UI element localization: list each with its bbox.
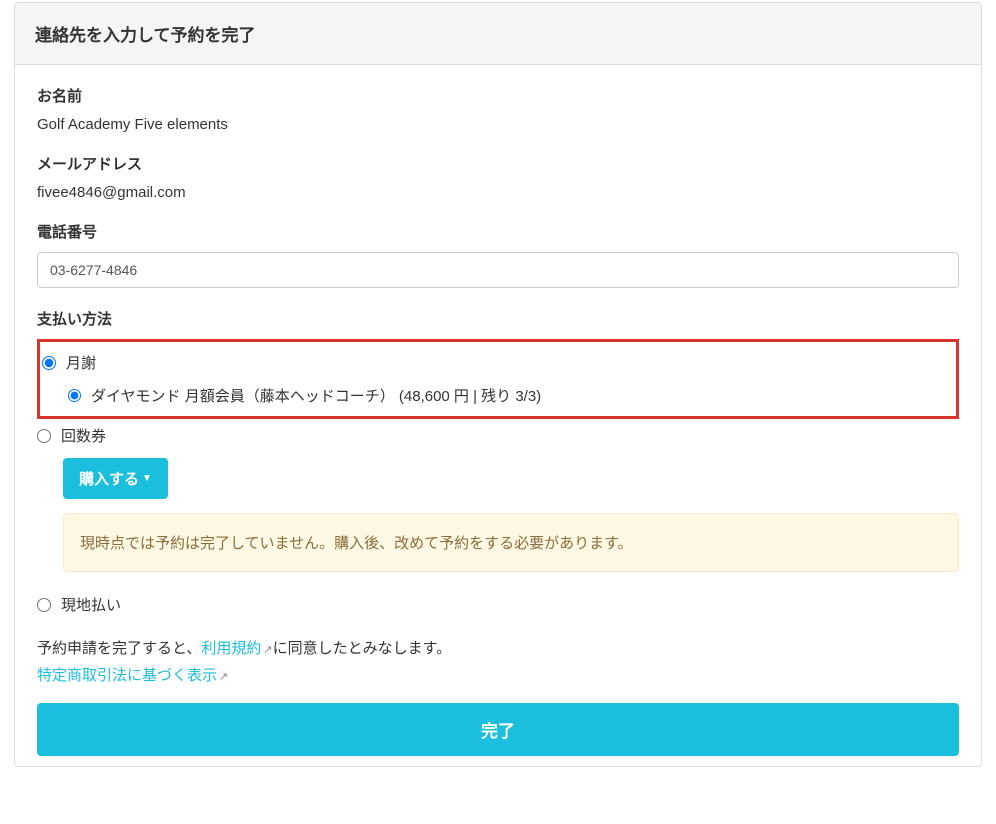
name-label: お名前 — [37, 85, 959, 106]
monthly-radio[interactable] — [42, 356, 56, 370]
name-value: Golf Academy Five elements — [37, 116, 959, 133]
external-link-icon: ↗ — [263, 644, 272, 656]
tokushoho-link[interactable]: 特定商取引法に基づく表示↗ — [37, 667, 228, 684]
panel-heading: 連絡先を入力して予約を完了 — [15, 3, 981, 65]
terms-link[interactable]: 利用規約↗ — [201, 640, 272, 657]
email-label: メールアドレス — [37, 153, 959, 174]
complete-button[interactable]: 完了 — [37, 703, 959, 756]
phone-group: 電話番号 — [37, 221, 959, 288]
phone-label: 電話番号 — [37, 221, 959, 242]
panel-title: 連絡先を入力して予約を完了 — [35, 21, 961, 46]
phone-input[interactable] — [37, 252, 959, 288]
monthly-highlight: 月謝 ダイヤモンド 月額会員（藤本ヘッドコーチ） (48,600 円 | 残り … — [37, 339, 959, 419]
monthly-label: 月謝 — [66, 352, 96, 373]
reservation-panel: 連絡先を入力して予約を完了 お名前 Golf Academy Five elem… — [14, 2, 982, 767]
payment-label: 支払い方法 — [37, 308, 959, 329]
caret-down-icon: ▼ — [142, 473, 152, 484]
email-value: fivee4846@gmail.com — [37, 184, 959, 201]
purchase-warning: 現時点では予約は完了していません。購入後、改めて予約をする必要があります。 — [63, 513, 959, 572]
monthly-option[interactable]: 月謝 — [42, 352, 954, 373]
panel-body: お名前 Golf Academy Five elements メールアドレス f… — [15, 65, 981, 766]
purchase-button-label: 購入する — [79, 468, 139, 489]
payment-options: 月謝 ダイヤモンド 月額会員（藤本ヘッドコーチ） (48,600 円 | 残り … — [37, 339, 959, 615]
payment-group: 支払い方法 月謝 ダイヤモンド 月額会員（藤本ヘッドコーチ） (48,600 円… — [37, 308, 959, 615]
terms-suffix: に同意したとみなします。 — [273, 640, 452, 657]
monthly-sub-radio[interactable] — [68, 389, 81, 402]
purchase-button[interactable]: 購入する ▼ — [63, 458, 168, 499]
monthly-sub-option[interactable]: ダイヤモンド 月額会員（藤本ヘッドコーチ） (48,600 円 | 残り 3/3… — [68, 385, 954, 406]
coupon-option[interactable]: 回数券 — [37, 425, 959, 446]
monthly-sub-label: ダイヤモンド 月額会員（藤本ヘッドコーチ） (48,600 円 | 残り 3/3… — [91, 385, 541, 406]
onsite-option[interactable]: 現地払い — [37, 594, 959, 615]
onsite-label: 現地払い — [61, 594, 121, 615]
coupon-label: 回数券 — [61, 425, 106, 446]
onsite-radio[interactable] — [37, 598, 51, 612]
coupon-radio[interactable] — [37, 429, 51, 443]
terms-block: 予約申請を完了すると、利用規約↗に同意したとみなします。 特定商取引法に基づく表… — [37, 635, 959, 689]
email-group: メールアドレス fivee4846@gmail.com — [37, 153, 959, 201]
terms-prefix: 予約申請を完了すると、 — [37, 640, 201, 657]
coupon-nested: 購入する ▼ 現時点では予約は完了していません。購入後、改めて予約をする必要があ… — [63, 458, 959, 572]
external-link-icon: ↗ — [219, 671, 228, 683]
name-group: お名前 Golf Academy Five elements — [37, 85, 959, 133]
